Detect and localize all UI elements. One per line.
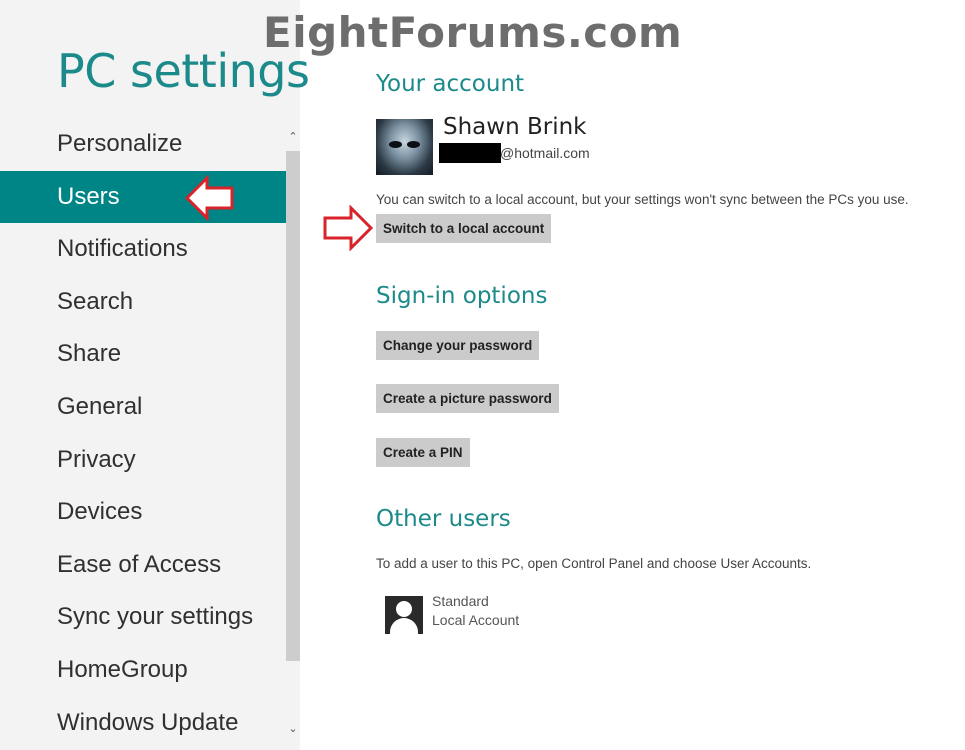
red-arrow-left-icon	[185, 175, 234, 221]
redacted-email	[439, 143, 501, 163]
scroll-thumb[interactable]	[286, 151, 300, 661]
nav-item-notifications[interactable]: Notifications	[0, 223, 286, 276]
user-shoulders	[390, 618, 418, 634]
other-users-heading: Other users	[376, 506, 511, 532]
user-avatar	[376, 119, 433, 175]
sign-in-options-heading: Sign-in options	[376, 283, 548, 309]
user-name: Shawn Brink	[443, 114, 587, 140]
other-users-description: To add a user to this PC, open Control P…	[376, 556, 812, 571]
nav-item-share[interactable]: Share	[0, 328, 286, 381]
nav-item-privacy[interactable]: Privacy	[0, 434, 286, 487]
nav-item-sync-your-settings[interactable]: Sync your settings	[0, 591, 286, 644]
settings-nav: Personalize Users Notifications Search S…	[0, 118, 286, 749]
nav-item-general[interactable]: General	[0, 381, 286, 434]
scroll-up-icon[interactable]: ⌃	[286, 130, 300, 144]
switch-account-description: You can switch to a local account, but y…	[376, 192, 909, 207]
create-pin-button[interactable]: Create a PIN	[376, 438, 470, 467]
scroll-down-icon[interactable]: ⌄	[286, 722, 300, 736]
sidebar: PC settings Personalize Users Notificati…	[0, 0, 310, 750]
red-arrow-right-icon	[323, 205, 374, 251]
nav-item-users[interactable]: Users	[0, 170, 286, 224]
nav-item-windows-update[interactable]: Windows Update	[0, 697, 286, 750]
nav-item-personalize[interactable]: Personalize	[0, 118, 286, 171]
change-password-button[interactable]: Change your password	[376, 331, 540, 360]
user-email: @hotmail.com	[500, 145, 590, 161]
sidebar-scrollbar[interactable]: ⌃ ⌄	[286, 118, 300, 750]
other-user-kind: Local Account	[432, 612, 520, 628]
user-tile-icon	[385, 596, 423, 634]
watermark: EightForums.com	[263, 8, 683, 57]
user-head	[396, 601, 412, 617]
nav-item-devices[interactable]: Devices	[0, 486, 286, 539]
your-account-heading: Your account	[376, 71, 525, 97]
other-user-type: Standard	[432, 593, 489, 609]
avatar-eye	[389, 141, 402, 148]
nav-item-ease-of-access[interactable]: Ease of Access	[0, 539, 286, 592]
nav-item-search[interactable]: Search	[0, 276, 286, 329]
avatar-eye	[407, 141, 420, 148]
create-picture-password-button[interactable]: Create a picture password	[376, 384, 559, 413]
nav-item-homegroup[interactable]: HomeGroup	[0, 644, 286, 697]
switch-to-local-account-button[interactable]: Switch to a local account	[376, 214, 552, 243]
